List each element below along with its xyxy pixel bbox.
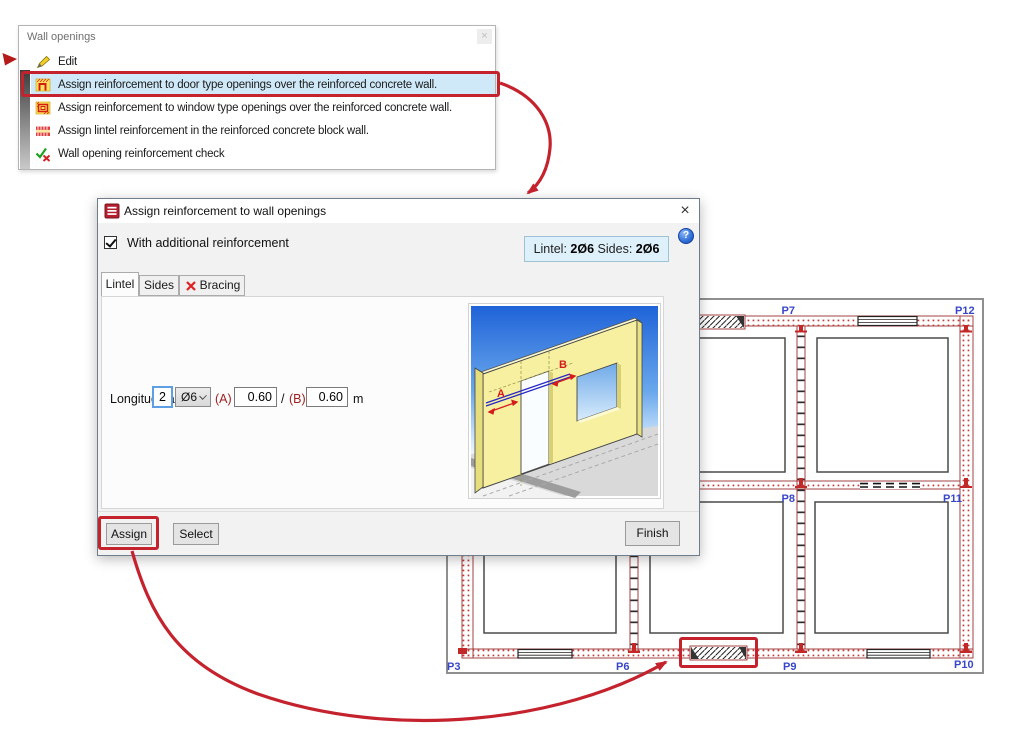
length-b-input[interactable]: 0.60 <box>306 387 348 407</box>
help-icon[interactable]: ? <box>678 228 694 244</box>
check-x-icon <box>35 147 51 162</box>
dim-b-label: B <box>559 359 567 371</box>
dialog-app-icon <box>104 203 120 219</box>
support-label-p6: P6 <box>616 661 629 673</box>
tab-lintel[interactable]: Lintel <box>101 272 139 296</box>
lintel-icon <box>36 126 50 136</box>
arrow-menu-to-dialog <box>499 81 552 195</box>
menu-close-icon[interactable]: × <box>477 29 492 44</box>
a-label: (A) <box>215 392 232 406</box>
red-pointer-icon <box>2 53 17 66</box>
wall-openings-menu: Wall openings × Edit Assign reinforcemen… <box>18 25 496 170</box>
dim-a-label: A <box>497 388 505 400</box>
checkbox-checked[interactable] <box>104 236 117 249</box>
tab-sides[interactable]: Sides <box>139 275 179 296</box>
unit-label: m <box>353 392 364 406</box>
footer-divider <box>98 511 699 512</box>
screenshot-stage: P7 P12 P8 P11 P3 P6 P9 P10 Wall openings… <box>0 0 1024 736</box>
support-label-p11: P11 <box>943 493 962 505</box>
length-a-input[interactable]: 0.60 <box>234 387 277 407</box>
summary-lintel-label: Lintel: <box>533 242 567 256</box>
support-label-p8: P8 <box>782 493 795 505</box>
support-label-p7: P7 <box>782 305 795 317</box>
dialog-titlebar[interactable]: Assign reinforcement to wall openings × <box>98 199 699 223</box>
red-x-icon <box>186 281 196 291</box>
dashed-lintel-symbol <box>860 481 920 489</box>
lintel-tab-panel: Longitudinal: 2 Ø6 (A) 0.60 / (B) 0.60 m <box>101 296 664 509</box>
pencil-icon <box>36 55 51 69</box>
tab-bracing[interactable]: Bracing <box>179 275 245 296</box>
finish-button[interactable]: Finish <box>625 521 680 546</box>
separator-label: / <box>281 392 285 406</box>
summary-sides-value: 2Ø6 <box>635 242 660 256</box>
summary-lintel-value: 2Ø6 <box>570 242 595 256</box>
support-label-p3: P3 <box>447 661 460 673</box>
support-label-p12: P12 <box>955 305 975 317</box>
highlight-box-menu-item <box>21 71 500 97</box>
bar-diameter-dropdown[interactable]: Ø6 <box>175 387 211 407</box>
highlight-box-door-opening <box>679 637 758 668</box>
window-opening-icon <box>35 101 51 115</box>
chevron-down-icon <box>199 392 207 400</box>
assign-reinforcement-dialog: Assign reinforcement to wall openings × … <box>97 198 700 556</box>
checkbox-label: With additional reinforcement <box>127 236 289 250</box>
menu-item-reinforcement-check[interactable]: Wall opening reinforcement check <box>31 143 495 166</box>
bar-count-input[interactable]: 2 <box>152 386 173 408</box>
highlight-box-assign-button <box>98 516 159 550</box>
support-label-p9: P9 <box>783 661 796 673</box>
menu-item-window-reinforcement[interactable]: Assign reinforcement to window type open… <box>31 97 495 120</box>
support-label-p10: P10 <box>954 659 974 671</box>
b-label: (B) <box>289 392 306 406</box>
summary-sides-label: Sides: <box>597 242 633 256</box>
menu-title: Wall openings <box>27 31 96 43</box>
wall-illustration: A B <box>468 303 661 499</box>
reinforcement-summary-box: Lintel: 2Ø6 Sides: 2Ø6 <box>524 236 669 262</box>
dialog-close-icon[interactable]: × <box>676 201 694 221</box>
dialog-title: Assign reinforcement to wall openings <box>124 204 327 218</box>
select-button[interactable]: Select <box>173 523 219 545</box>
menu-item-lintel-reinforcement[interactable]: Assign lintel reinforcement in the reinf… <box>31 120 495 143</box>
